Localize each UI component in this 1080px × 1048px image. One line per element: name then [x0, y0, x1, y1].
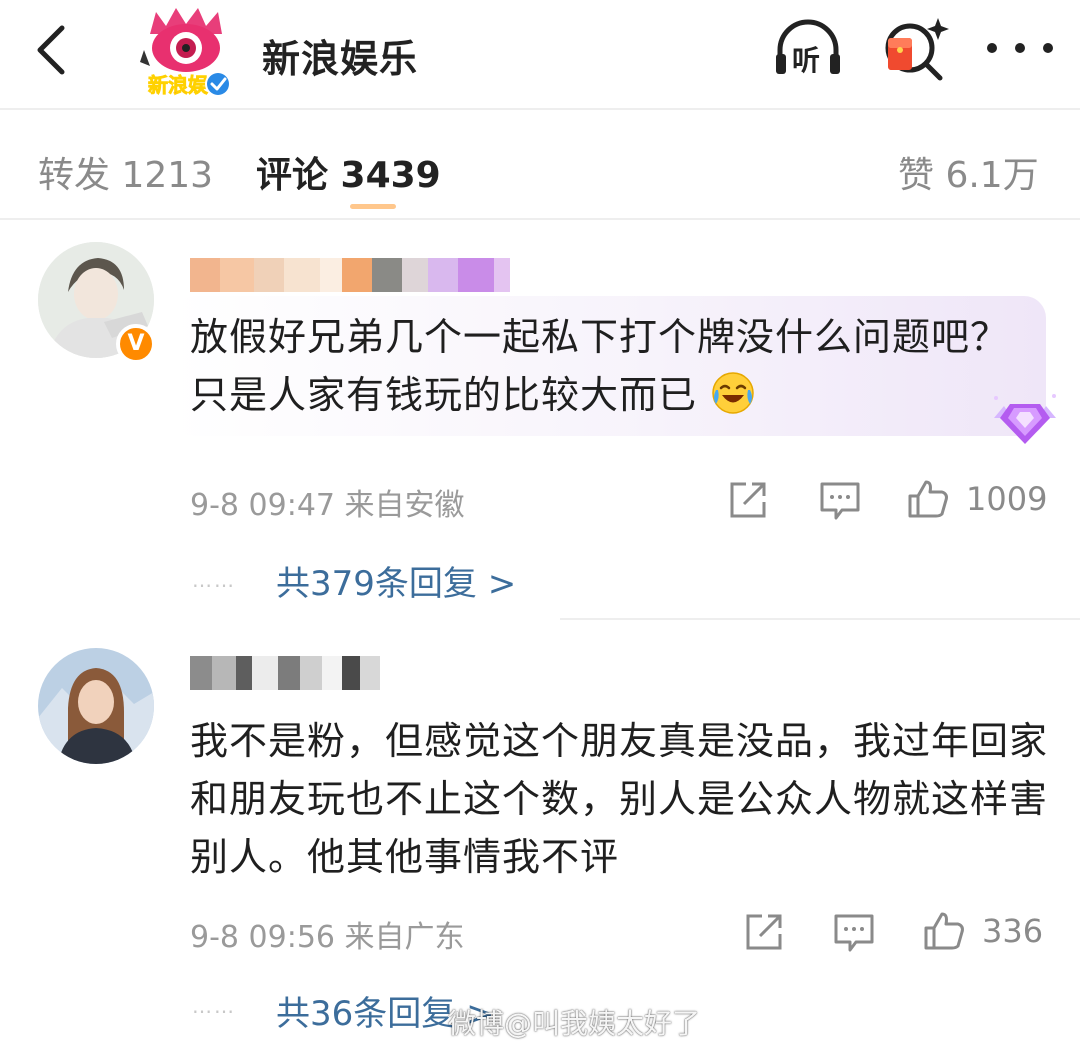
tab-likes[interactable]: 赞 6.1万 — [898, 146, 1039, 198]
like-count: 1009 — [966, 480, 1048, 518]
comment-item: V 放假好兄弟几个一起私下打个牌没什么问题吧？只是人家有钱玩的比较大而已 9-8… — [0, 222, 1080, 622]
comment-text[interactable]: 我不是粉，但感觉这个朋友真是没品，我过年回家和朋友玩也不止这个数，别人是公众人物… — [190, 712, 1060, 886]
more-icon[interactable] — [980, 28, 1060, 68]
tab-comments[interactable]: 评论 3439 — [256, 146, 441, 198]
view-replies-link[interactable]: 共379条回复 > — [276, 556, 516, 605]
reply-dots: …… — [192, 994, 236, 1018]
laugh-cry-emoji-icon — [712, 372, 754, 414]
thumbs-up-icon[interactable] — [906, 476, 950, 520]
username-blurred[interactable] — [190, 258, 510, 292]
diamond-crown-icon — [994, 394, 1056, 444]
avatar-label: 新浪娱 — [148, 73, 209, 97]
comment-item: 我不是粉，但感觉这个朋友真是没品，我过年回家和朋友玩也不止这个数，别人是公众人物… — [0, 622, 1080, 1048]
like-count: 336 — [982, 912, 1044, 950]
weibo-watermark: 微博@叫我姨太好了 — [448, 1007, 701, 1040]
sina-entertainment-avatar[interactable]: 新浪娱 — [136, 4, 236, 102]
tab-active-indicator — [350, 204, 396, 209]
verified-badge: V — [116, 324, 156, 364]
tab-repost[interactable]: 转发 1213 — [38, 146, 213, 198]
comment-text-body: 放假好兄弟几个一起私下打个牌没什么问题吧？只是人家有钱玩的比较大而已 — [190, 315, 1010, 417]
share-icon[interactable] — [742, 910, 786, 954]
account-title[interactable]: 新浪娱乐 — [262, 28, 418, 83]
reply-icon[interactable] — [818, 478, 862, 522]
comment-meta: 9-8 09:47 来自安徽 — [190, 488, 465, 523]
share-icon[interactable] — [726, 478, 770, 522]
back-arrow-icon[interactable] — [28, 20, 76, 80]
top-bar: 新浪娱 新浪娱乐 听 — [0, 0, 1080, 108]
thumbs-up-icon[interactable] — [922, 908, 966, 952]
comment-divider — [560, 618, 1080, 620]
reply-icon[interactable] — [832, 910, 876, 954]
reply-dots: …… — [192, 568, 236, 592]
listen-icon[interactable]: 听 — [770, 14, 846, 84]
comment-meta: 9-8 09:56 来自广东 — [190, 920, 465, 955]
comment-text[interactable]: 放假好兄弟几个一起私下打个牌没什么问题吧？只是人家有钱玩的比较大而已 — [190, 308, 1030, 424]
red-packet-search-icon[interactable] — [878, 14, 954, 84]
tab-bar: 转发 1213 评论 3439 赞 6.1万 — [0, 110, 1080, 218]
tabs-divider — [0, 218, 1080, 220]
username-blurred[interactable] — [190, 656, 380, 690]
avatar[interactable] — [38, 648, 154, 764]
listen-label: 听 — [792, 44, 820, 77]
